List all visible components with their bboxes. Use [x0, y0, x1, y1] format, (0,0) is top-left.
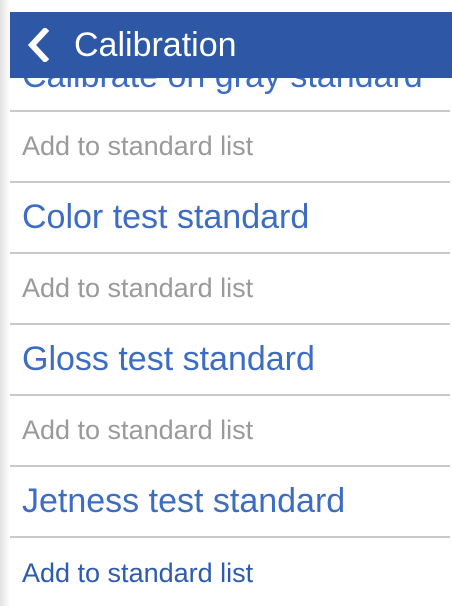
list-item-gloss-test[interactable]: Gloss test standard [10, 325, 450, 396]
action-label: Add to standard list [22, 415, 254, 445]
window-edge [0, 0, 10, 606]
add-to-list-button[interactable]: Add to standard list [10, 112, 450, 183]
list-item-color-test[interactable]: Color test standard [10, 183, 450, 254]
standards-list: Calibrate on gray standard Add to standa… [10, 40, 450, 606]
page-title: Calibration [74, 26, 237, 64]
back-button[interactable] [10, 12, 66, 78]
action-label: Add to standard list [22, 558, 254, 588]
list-item-label: Jetness test standard [22, 482, 346, 520]
calibration-screen: Calibration Calibrate on gray standard A… [0, 0, 452, 606]
add-to-list-button[interactable]: Add to standard list [10, 254, 450, 325]
action-label: Add to standard list [22, 273, 254, 303]
chevron-left-icon [27, 28, 49, 62]
list-item-jetness-test[interactable]: Jetness test standard [10, 467, 450, 538]
action-label: Add to standard list [22, 131, 254, 161]
add-to-list-button[interactable]: Add to standard list [10, 538, 450, 606]
list-item-label: Gloss test standard [22, 340, 315, 378]
header-bar: Calibration [10, 12, 452, 78]
add-to-list-button[interactable]: Add to standard list [10, 396, 450, 467]
list-item-label: Color test standard [22, 198, 310, 236]
